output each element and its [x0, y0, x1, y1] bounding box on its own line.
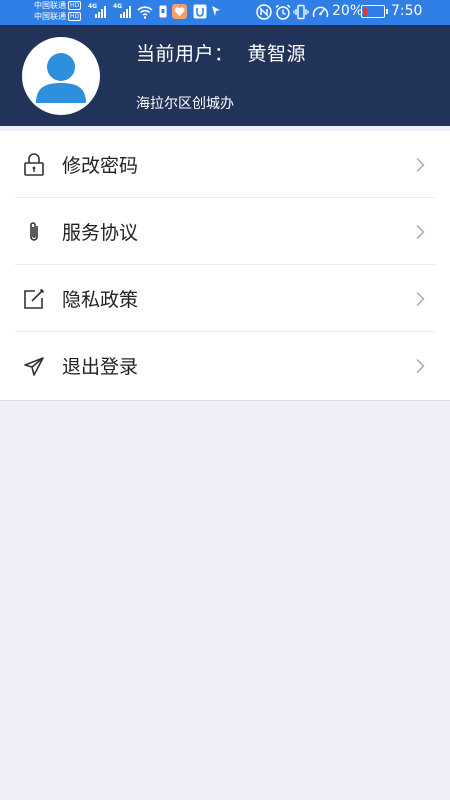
current-user-label: 当前用户： [136, 43, 234, 65]
menu-item-label: 服务协议 [62, 222, 139, 244]
carrier-1-name: 中国联通 [34, 1, 66, 10]
paperclip-icon [30, 222, 38, 241]
status-bar: 中国联通 HD 中国联通 HD 4G 4G 20% 7:50 [0, 0, 450, 25]
organization: 海拉尔区创城办 [136, 96, 234, 112]
location-icon [212, 6, 220, 16]
user-name: 黄智源 [247, 43, 307, 65]
lock-icon [24, 153, 44, 176]
menu-item-logout[interactable]: 退出登录 [15, 332, 435, 399]
menu-item-change-password[interactable]: 修改密码 [15, 131, 435, 198]
alarm-icon [275, 4, 291, 20]
chevron-right-icon [416, 224, 425, 240]
health-app-icon [172, 4, 187, 19]
carrier-1: 中国联通 HD [34, 1, 82, 11]
sim-icon [159, 5, 167, 18]
profile-header: 当前用户： 黄智源 海拉尔区创城办 [0, 25, 450, 126]
menu-item-label: 隐私政策 [62, 289, 139, 311]
battery-percent: 20% [332, 3, 364, 19]
speed-icon [312, 6, 329, 18]
chevron-right-icon [416, 291, 425, 307]
menu-item-label: 修改密码 [62, 155, 139, 177]
menu-item-privacy-policy[interactable]: 隐私政策 [15, 265, 435, 332]
signal-icon [95, 6, 106, 18]
person-avatar-icon [36, 53, 86, 103]
chevron-right-icon [416, 157, 425, 173]
vpn-icon [193, 4, 207, 19]
nfc-icon [256, 4, 272, 20]
carrier-2: 中国联通 HD [34, 12, 82, 22]
send-icon [24, 357, 44, 376]
hd-badge-1: HD [68, 1, 82, 10]
vibrate-icon [293, 4, 309, 20]
menu-item-label: 退出登录 [62, 356, 139, 378]
edit-icon [24, 288, 45, 309]
avatar[interactable] [22, 37, 100, 115]
status-clock: 7:50 [391, 3, 423, 19]
current-user: 当前用户： 黄智源 [136, 39, 306, 66]
battery-fill [363, 7, 367, 16]
settings-menu: 修改密码 服务协议 隐私政策 退出登录 [0, 131, 450, 401]
menu-item-service-agreement[interactable]: 服务协议 [15, 198, 435, 265]
wifi-icon [137, 6, 153, 19]
battery-icon [361, 5, 388, 18]
carrier-2-name: 中国联通 [34, 12, 66, 21]
chevron-right-icon [416, 358, 425, 374]
signal-icon [120, 6, 131, 18]
hd-badge-2: HD [68, 12, 82, 21]
